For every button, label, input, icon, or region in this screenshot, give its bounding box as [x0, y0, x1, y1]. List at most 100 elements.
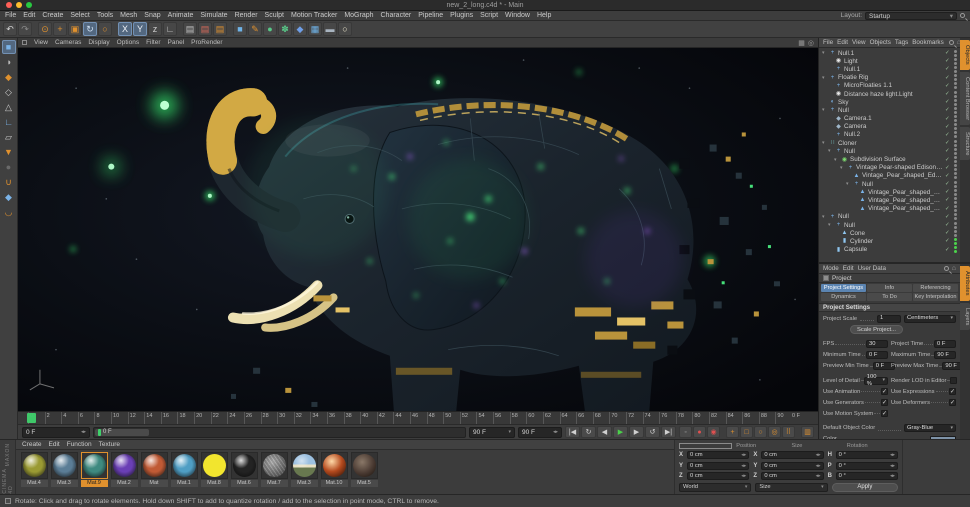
- object-tree-row[interactable]: ▲ Vintage_Pear_shaped_Edison_Light_Bulb_…: [819, 205, 960, 213]
- toolbar-tool[interactable]: +: [53, 22, 67, 36]
- object-enabled-check[interactable]: ✓: [945, 197, 952, 203]
- om-search-icon[interactable]: [949, 40, 954, 45]
- visibility-dots[interactable]: [954, 246, 958, 253]
- material-swatch[interactable]: Mat.7: [260, 452, 288, 487]
- material-swatch[interactable]: Mat.2: [110, 452, 138, 487]
- visibility-dots[interactable]: [954, 172, 958, 179]
- attribute-tab[interactable]: Referencing: [913, 284, 958, 292]
- rotation-b-field[interactable]: 0 °◂▸: [836, 472, 898, 480]
- viewport-canvas[interactable]: [18, 48, 818, 411]
- object-tree-row[interactable]: ◐ Sky ✓: [819, 98, 960, 106]
- project-scale-field[interactable]: 1: [877, 315, 901, 323]
- object-tree-row[interactable]: ▾ + Null ✓: [819, 147, 960, 155]
- record-button[interactable]: [796, 426, 800, 438]
- viewport-menu-item[interactable]: Cameras: [55, 39, 81, 46]
- menu-item[interactable]: Create: [42, 12, 63, 19]
- visibility-dots[interactable]: [954, 164, 958, 171]
- toolbar-tool[interactable]: [33, 22, 37, 36]
- toolbar-tool[interactable]: ▬: [323, 22, 337, 36]
- toolbar-tool[interactable]: ↷: [18, 22, 32, 36]
- menu-item[interactable]: Sculpt: [265, 12, 284, 19]
- object-tree-row[interactable]: ▾ + Floatie Rig ✓: [819, 74, 960, 82]
- visibility-dots[interactable]: [954, 58, 958, 65]
- fps-field[interactable]: 30: [866, 340, 888, 348]
- object-enabled-check[interactable]: ✓: [945, 214, 952, 220]
- toolbar-tool[interactable]: Y: [133, 22, 147, 36]
- palette-tool[interactable]: ◆: [2, 190, 16, 204]
- palette-tool[interactable]: ∪: [2, 175, 16, 189]
- object-tree-row[interactable]: ▲ Vintage_Pear_shaped_Edison_Light_Bulb_…: [819, 172, 960, 180]
- viewport-menu-item[interactable]: Display: [88, 39, 109, 46]
- timeline-ruler[interactable]: 0246810121416182022242628303234363840424…: [18, 411, 818, 424]
- palette-tool[interactable]: ▱: [2, 130, 16, 144]
- visibility-dots[interactable]: [954, 131, 958, 138]
- transport-button[interactable]: ▶: [613, 426, 628, 438]
- menu-item[interactable]: Window: [505, 12, 530, 19]
- position-x-field[interactable]: 0 cm◂▸: [687, 451, 749, 459]
- toolbar-tool[interactable]: [113, 22, 117, 36]
- attr-search-icon[interactable]: [944, 266, 949, 271]
- toolbar-tool[interactable]: ↶: [3, 22, 17, 36]
- attr-menu-item[interactable]: Mode: [823, 265, 839, 272]
- material-menu-item[interactable]: Create: [22, 441, 42, 448]
- attribute-tab[interactable]: Key Interpolation: [913, 293, 958, 301]
- object-enabled-check[interactable]: ✓: [945, 50, 952, 56]
- om-side-tab[interactable]: Structure: [960, 127, 970, 161]
- object-name[interactable]: Null.1: [844, 66, 943, 73]
- object-enabled-check[interactable]: ✓: [945, 222, 952, 228]
- object-tree-row[interactable]: ▲ Vintage_Pear_shaped_Edison_Light_Bulb_…: [819, 196, 960, 204]
- position-y-field[interactable]: 0 cm◂▸: [687, 462, 749, 470]
- object-name[interactable]: Vintage_Pear_shaped_Edison_Light_Bulb_gl…: [868, 205, 943, 212]
- object-name[interactable]: Vintage_Pear_shaped_Edison_Light_Bulb_wi…: [868, 189, 943, 196]
- om-menu-item[interactable]: View: [852, 39, 866, 46]
- coordinate-space-dropdown[interactable]: World▾: [679, 483, 751, 492]
- use-motion-system-checkbox[interactable]: ✓: [881, 410, 888, 417]
- record-button[interactable]: +: [726, 426, 739, 438]
- object-enabled-check[interactable]: ✓: [945, 75, 952, 81]
- preview-max-field[interactable]: 90 F: [942, 362, 960, 370]
- object-name[interactable]: Capsule: [844, 246, 943, 253]
- menu-item[interactable]: Motion Tracker: [291, 12, 337, 19]
- scale-project-button[interactable]: Scale Project...: [850, 325, 903, 334]
- om-side-tab[interactable]: Objects: [960, 40, 970, 70]
- object-tree-row[interactable]: ▾ ∷ Cloner ✓: [819, 139, 960, 147]
- toolbar-tool[interactable]: ✽: [278, 22, 292, 36]
- object-enabled-check[interactable]: ✓: [945, 58, 952, 64]
- object-name[interactable]: Null: [862, 181, 943, 188]
- object-name[interactable]: Cone: [850, 230, 943, 237]
- visibility-dots[interactable]: [954, 222, 958, 229]
- palette-tool[interactable]: ◇: [2, 85, 16, 99]
- material-swatch[interactable]: Mat: [140, 452, 168, 487]
- object-enabled-check[interactable]: ✓: [945, 238, 952, 244]
- visibility-dots[interactable]: [954, 181, 958, 188]
- object-name[interactable]: Vintage Pear-shaped Edison Light Bulb.ob…: [856, 164, 943, 171]
- transport-button[interactable]: ▶: [629, 426, 644, 438]
- material-swatch[interactable]: Mat.5: [350, 452, 378, 487]
- layout-select[interactable]: Startup▾: [865, 12, 957, 20]
- visibility-dots[interactable]: [954, 140, 958, 147]
- palette-tool[interactable]: ◑: [2, 55, 16, 69]
- object-name[interactable]: Vintage_Pear_shaped_Edison_Light_Bulb_wi…: [868, 197, 943, 204]
- gizmo-icon[interactable]: ◎: [808, 39, 814, 47]
- object-tree-row[interactable]: ▾ + Null ✓: [819, 213, 960, 221]
- palette-tool[interactable]: ▼: [2, 145, 16, 159]
- object-enabled-check[interactable]: ✓: [945, 107, 952, 113]
- use-expressions-checkbox[interactable]: ✓: [949, 388, 956, 395]
- object-tree-row[interactable]: ▾ + Null.1 ✓: [819, 49, 960, 57]
- size-mode-dropdown[interactable]: Size▾: [755, 483, 827, 492]
- object-name[interactable]: Subdivision Surface: [850, 156, 943, 163]
- menu-item[interactable]: Character: [381, 12, 412, 19]
- record-button[interactable]: ◦: [679, 426, 692, 438]
- palette-tool[interactable]: ◡: [2, 205, 16, 219]
- object-tree-row[interactable]: ◆ Camera.1 ✓: [819, 115, 960, 123]
- object-tree-row[interactable]: ▾ + Vintage Pear-shaped Edison Light Bul…: [819, 164, 960, 172]
- object-enabled-check[interactable]: ✓: [945, 189, 952, 195]
- transport-button[interactable]: ◀: [597, 426, 612, 438]
- transport-button[interactable]: |◀: [565, 426, 580, 438]
- object-enabled-check[interactable]: ✓: [945, 165, 952, 171]
- material-swatch[interactable]: Mat.8: [200, 452, 228, 487]
- record-button[interactable]: ○: [754, 426, 767, 438]
- expand-toggle-icon[interactable]: ▾: [846, 181, 851, 187]
- viewport-menu-item[interactable]: Panel: [168, 39, 185, 46]
- object-tree-row[interactable]: ▲ Vintage_Pear_shaped_Edison_Light_Bulb_…: [819, 188, 960, 196]
